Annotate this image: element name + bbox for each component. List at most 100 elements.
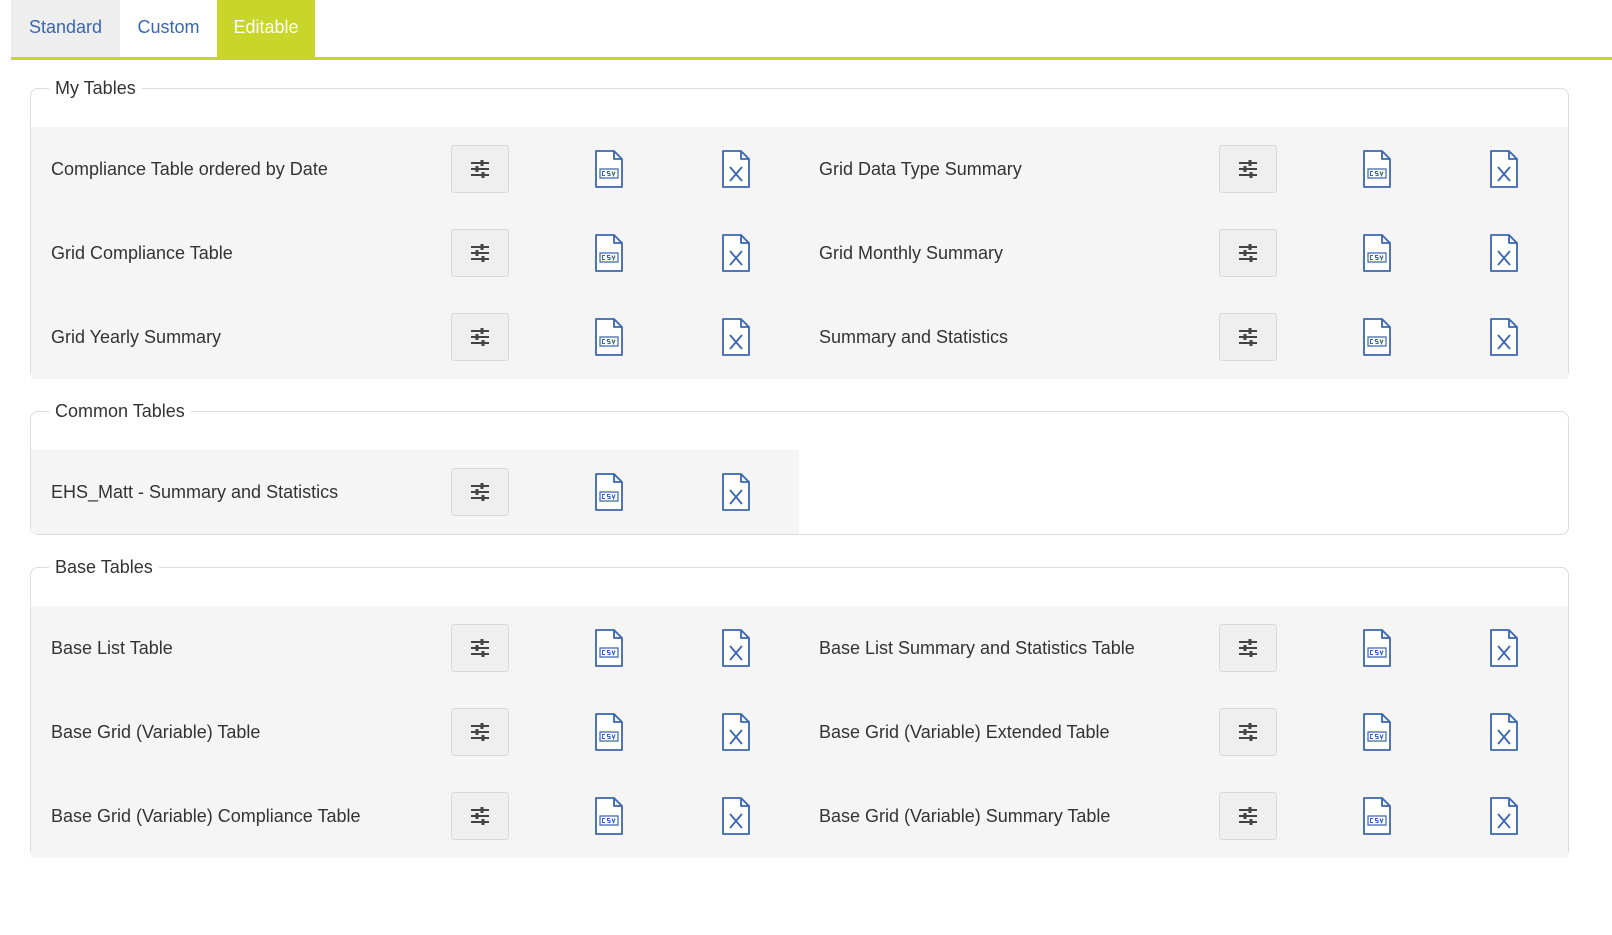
sliders-icon bbox=[1239, 160, 1257, 178]
table-name[interactable]: Compliance Table ordered by Date bbox=[51, 127, 328, 211]
group-title: Common Tables bbox=[49, 399, 191, 423]
tab-editable[interactable]: Editable bbox=[217, 0, 315, 57]
table-name[interactable]: Base Grid (Variable) Compliance Table bbox=[51, 774, 360, 858]
table-name[interactable]: Grid Data Type Summary bbox=[819, 127, 1022, 211]
csv-export-button[interactable] bbox=[594, 796, 624, 836]
excel-export-button[interactable] bbox=[721, 149, 751, 189]
configure-button[interactable] bbox=[1219, 313, 1277, 361]
table-row: Base List Table Base List Summary and Sta… bbox=[31, 606, 1568, 690]
table-entry: EHS_Matt - Summary and Statistics bbox=[31, 450, 799, 534]
table-name[interactable]: Base List Summary and Statistics Table bbox=[819, 606, 1135, 690]
table-entry: Compliance Table ordered by Date bbox=[31, 127, 799, 211]
csv-file-icon bbox=[595, 473, 623, 511]
csv-file-icon bbox=[1363, 318, 1391, 356]
tab-standard[interactable]: Standard bbox=[11, 0, 120, 57]
configure-button[interactable] bbox=[451, 145, 509, 193]
table-entry: Summary and Statistics bbox=[799, 295, 1567, 379]
base-tables-group: Base Tables Base List Table Base List Sum… bbox=[30, 555, 1569, 858]
configure-button[interactable] bbox=[451, 708, 509, 756]
table-entry: Base Grid (Variable) Summary Table bbox=[799, 774, 1567, 858]
excel-file-icon bbox=[1490, 629, 1518, 667]
excel-export-button[interactable] bbox=[1489, 233, 1519, 273]
csv-export-button[interactable] bbox=[1362, 796, 1392, 836]
sliders-icon bbox=[1239, 244, 1257, 262]
table-name[interactable]: EHS_Matt - Summary and Statistics bbox=[51, 450, 338, 534]
excel-file-icon bbox=[722, 318, 750, 356]
csv-file-icon bbox=[595, 150, 623, 188]
configure-button[interactable] bbox=[1219, 624, 1277, 672]
csv-export-button[interactable] bbox=[594, 317, 624, 357]
configure-button[interactable] bbox=[1219, 708, 1277, 756]
table-entry: Base Grid (Variable) Compliance Table bbox=[31, 774, 799, 858]
table-name[interactable]: Grid Yearly Summary bbox=[51, 295, 221, 379]
tab-custom[interactable]: Custom bbox=[120, 0, 217, 57]
excel-export-button[interactable] bbox=[721, 796, 751, 836]
excel-export-button[interactable] bbox=[1489, 628, 1519, 668]
csv-export-button[interactable] bbox=[1362, 628, 1392, 668]
table-entry: Grid Compliance Table bbox=[31, 211, 799, 295]
csv-export-button[interactable] bbox=[1362, 149, 1392, 189]
configure-button[interactable] bbox=[1219, 145, 1277, 193]
sliders-icon bbox=[1239, 723, 1257, 741]
sliders-icon bbox=[471, 807, 489, 825]
csv-file-icon bbox=[1363, 234, 1391, 272]
excel-export-button[interactable] bbox=[1489, 317, 1519, 357]
excel-export-button[interactable] bbox=[1489, 796, 1519, 836]
csv-file-icon bbox=[1363, 713, 1391, 751]
configure-button[interactable] bbox=[1219, 792, 1277, 840]
table-name[interactable]: Base Grid (Variable) Summary Table bbox=[819, 774, 1110, 858]
excel-export-button[interactable] bbox=[721, 233, 751, 273]
excel-export-button[interactable] bbox=[1489, 712, 1519, 752]
configure-button[interactable] bbox=[451, 792, 509, 840]
csv-file-icon bbox=[1363, 629, 1391, 667]
csv-file-icon bbox=[1363, 150, 1391, 188]
table-name[interactable]: Base List Table bbox=[51, 606, 173, 690]
excel-export-button[interactable] bbox=[721, 472, 751, 512]
excel-file-icon bbox=[722, 713, 750, 751]
configure-button[interactable] bbox=[1219, 229, 1277, 277]
excel-file-icon bbox=[1490, 318, 1518, 356]
csv-export-button[interactable] bbox=[594, 628, 624, 668]
csv-export-button[interactable] bbox=[1362, 712, 1392, 752]
table-name[interactable]: Summary and Statistics bbox=[819, 295, 1008, 379]
csv-file-icon bbox=[595, 234, 623, 272]
csv-file-icon bbox=[595, 318, 623, 356]
csv-export-button[interactable] bbox=[1362, 233, 1392, 273]
csv-file-icon bbox=[595, 797, 623, 835]
sliders-icon bbox=[471, 244, 489, 262]
my-tables-group: My Tables Compliance Table ordered by Da… bbox=[30, 76, 1569, 379]
common-tables-group: Common Tables EHS_Matt - Summary and Sta… bbox=[30, 399, 1569, 535]
table-name[interactable]: Grid Compliance Table bbox=[51, 211, 233, 295]
csv-file-icon bbox=[595, 713, 623, 751]
configure-button[interactable] bbox=[451, 313, 509, 361]
configure-button[interactable] bbox=[451, 229, 509, 277]
excel-file-icon bbox=[1490, 797, 1518, 835]
table-entry: Base List Table bbox=[31, 606, 799, 690]
csv-export-button[interactable] bbox=[594, 149, 624, 189]
sliders-icon bbox=[1239, 328, 1257, 346]
sliders-icon bbox=[471, 639, 489, 657]
table-entry: Grid Yearly Summary bbox=[31, 295, 799, 379]
configure-button[interactable] bbox=[451, 468, 509, 516]
sliders-icon bbox=[471, 160, 489, 178]
csv-export-button[interactable] bbox=[1362, 317, 1392, 357]
csv-file-icon bbox=[595, 629, 623, 667]
csv-export-button[interactable] bbox=[594, 233, 624, 273]
table-row: Compliance Table ordered by Date Grid Dat… bbox=[31, 127, 1568, 211]
excel-export-button[interactable] bbox=[721, 628, 751, 668]
configure-button[interactable] bbox=[451, 624, 509, 672]
csv-export-button[interactable] bbox=[594, 472, 624, 512]
table-row: Base Grid (Variable) Table Base Grid (Var… bbox=[31, 690, 1568, 774]
table-entry: Base Grid (Variable) Table bbox=[31, 690, 799, 774]
excel-export-button[interactable] bbox=[1489, 149, 1519, 189]
csv-export-button[interactable] bbox=[594, 712, 624, 752]
table-name[interactable]: Grid Monthly Summary bbox=[819, 211, 1003, 295]
sliders-icon bbox=[1239, 639, 1257, 657]
table-name[interactable]: Base Grid (Variable) Table bbox=[51, 690, 260, 774]
group-title: Base Tables bbox=[49, 555, 159, 579]
sliders-icon bbox=[1239, 807, 1257, 825]
excel-export-button[interactable] bbox=[721, 712, 751, 752]
table-entry: Base Grid (Variable) Extended Table bbox=[799, 690, 1567, 774]
table-name[interactable]: Base Grid (Variable) Extended Table bbox=[819, 690, 1110, 774]
excel-export-button[interactable] bbox=[721, 317, 751, 357]
